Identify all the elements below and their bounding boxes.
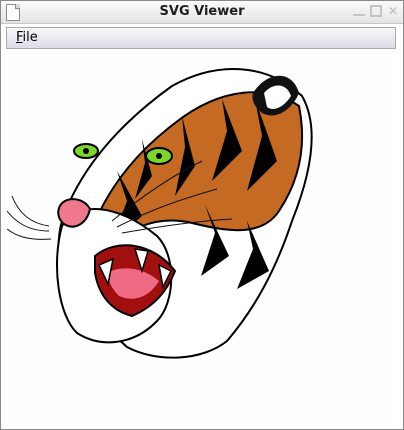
maximize-icon[interactable]	[370, 5, 382, 17]
menu-bar: File	[6, 27, 396, 49]
menu-file[interactable]: File	[16, 30, 38, 45]
close-icon[interactable]: ✕	[387, 5, 399, 17]
tiger-image	[7, 68, 313, 359]
minimize-icon[interactable]	[353, 5, 365, 16]
svg-canvas	[7, 51, 395, 423]
title-bar[interactable]: SVG Viewer ✕	[1, 1, 403, 24]
svg-viewer-window: SVG Viewer ✕ File	[0, 0, 404, 430]
window-controls: ✕	[353, 5, 399, 19]
window-title: SVG Viewer	[159, 4, 245, 19]
